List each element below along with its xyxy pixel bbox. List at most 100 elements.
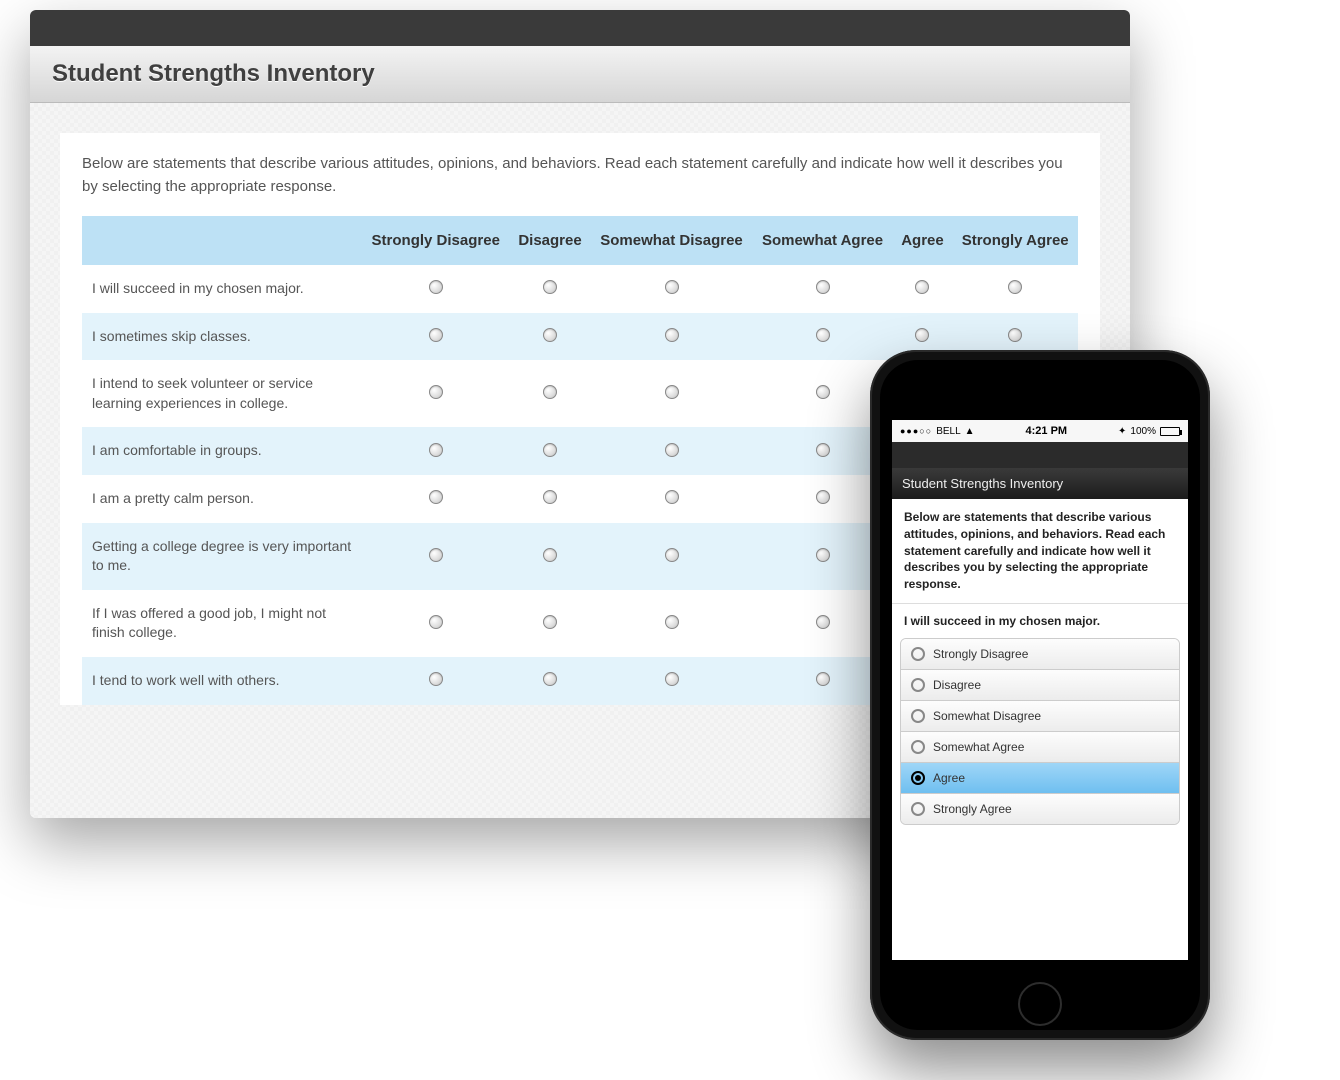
radio-icon xyxy=(429,672,443,686)
radio-icon xyxy=(816,443,830,457)
radio-icon xyxy=(543,672,557,686)
wifi-icon: ▲ xyxy=(965,426,975,437)
radio-icon xyxy=(665,615,679,629)
statement-cell: I tend to work well with others. xyxy=(82,657,362,705)
home-button[interactable] xyxy=(1018,982,1062,1026)
radio-cell[interactable] xyxy=(591,657,753,705)
bluetooth-icon: ✦ xyxy=(1118,426,1126,437)
radio-cell[interactable] xyxy=(362,265,509,313)
option-label: Disagree xyxy=(933,678,981,692)
column-header: Somewhat Agree xyxy=(752,216,892,265)
radio-icon xyxy=(429,385,443,399)
radio-cell[interactable] xyxy=(752,265,892,313)
radio-cell[interactable] xyxy=(591,427,753,475)
radio-cell[interactable] xyxy=(591,313,753,361)
option-label: Somewhat Disagree xyxy=(933,709,1041,723)
radio-cell[interactable] xyxy=(362,657,509,705)
phone-question: I will succeed in my chosen major. xyxy=(892,604,1188,634)
radio-cell[interactable] xyxy=(591,265,753,313)
radio-icon xyxy=(543,328,557,342)
radio-cell[interactable] xyxy=(509,475,590,523)
radio-cell[interactable] xyxy=(591,523,753,590)
radio-icon xyxy=(911,740,925,754)
radio-cell[interactable] xyxy=(509,523,590,590)
radio-icon xyxy=(665,280,679,294)
radio-cell[interactable] xyxy=(591,590,753,657)
statement-cell: I sometimes skip classes. xyxy=(82,313,362,361)
radio-cell[interactable] xyxy=(509,590,590,657)
phone-options-list: Strongly Disagree Disagree Somewhat Disagr… xyxy=(900,638,1180,825)
radio-icon xyxy=(429,328,443,342)
radio-cell[interactable] xyxy=(362,427,509,475)
radio-icon xyxy=(665,548,679,562)
radio-cell[interactable] xyxy=(952,265,1078,313)
radio-icon xyxy=(429,615,443,629)
phone-instructions: Below are statements that describe vario… xyxy=(892,499,1188,604)
option-label: Somewhat Agree xyxy=(933,740,1024,754)
phone-option[interactable]: Agree xyxy=(901,763,1179,794)
radio-cell[interactable] xyxy=(362,360,509,427)
radio-icon xyxy=(665,672,679,686)
titlebar: Student Strengths Inventory xyxy=(30,46,1130,103)
radio-cell[interactable] xyxy=(591,360,753,427)
statement-cell: Getting a college degree is very importa… xyxy=(82,523,362,590)
column-header: Disagree xyxy=(509,216,590,265)
phone-option[interactable]: Somewhat Agree xyxy=(901,732,1179,763)
phone-option[interactable]: Disagree xyxy=(901,670,1179,701)
radio-cell[interactable] xyxy=(509,427,590,475)
phone-app-chrome xyxy=(892,442,1188,468)
radio-cell[interactable] xyxy=(591,475,753,523)
radio-icon xyxy=(665,443,679,457)
phone-option[interactable]: Somewhat Disagree xyxy=(901,701,1179,732)
radio-icon xyxy=(543,548,557,562)
phone-option[interactable]: Strongly Disagree xyxy=(901,639,1179,670)
phone-title: Student Strengths Inventory xyxy=(892,468,1188,499)
phone-device: ●●●○○ BELL ▲ 4:21 PM ✦ 100% Student Stre… xyxy=(870,350,1210,1040)
window-chrome-top xyxy=(30,10,1130,46)
radio-icon xyxy=(911,678,925,692)
radio-cell[interactable] xyxy=(509,265,590,313)
radio-icon xyxy=(816,615,830,629)
statement-cell: I am comfortable in groups. xyxy=(82,427,362,475)
column-header-statement xyxy=(82,216,362,265)
status-bar: ●●●○○ BELL ▲ 4:21 PM ✦ 100% xyxy=(892,420,1188,442)
radio-icon xyxy=(816,280,830,294)
radio-cell[interactable] xyxy=(362,523,509,590)
column-header: Agree xyxy=(893,216,953,265)
radio-cell[interactable] xyxy=(893,265,953,313)
radio-cell[interactable] xyxy=(509,657,590,705)
radio-cell[interactable] xyxy=(509,360,590,427)
option-label: Strongly Agree xyxy=(933,802,1012,816)
radio-icon xyxy=(543,443,557,457)
radio-icon xyxy=(665,385,679,399)
radio-icon xyxy=(911,709,925,723)
statement-cell: I am a pretty calm person. xyxy=(82,475,362,523)
radio-cell[interactable] xyxy=(362,590,509,657)
radio-icon xyxy=(911,647,925,661)
table-row: I will succeed in my chosen major. xyxy=(82,265,1078,313)
radio-cell[interactable] xyxy=(509,313,590,361)
radio-icon xyxy=(816,672,830,686)
radio-icon xyxy=(665,490,679,504)
radio-icon xyxy=(915,280,929,294)
radio-icon xyxy=(1008,328,1022,342)
radio-icon xyxy=(816,490,830,504)
phone-content: Below are statements that describe vario… xyxy=(892,499,1188,960)
radio-icon xyxy=(911,771,925,785)
radio-cell[interactable] xyxy=(362,313,509,361)
phone-option[interactable]: Strongly Agree xyxy=(901,794,1179,824)
statement-cell: I intend to seek volunteer or service le… xyxy=(82,360,362,427)
radio-cell[interactable] xyxy=(362,475,509,523)
carrier-label: BELL xyxy=(936,426,960,437)
radio-icon xyxy=(429,548,443,562)
radio-icon xyxy=(816,385,830,399)
battery-icon xyxy=(1160,427,1180,436)
statement-cell: I will succeed in my chosen major. xyxy=(82,265,362,313)
radio-icon xyxy=(543,490,557,504)
radio-icon xyxy=(429,280,443,294)
radio-icon xyxy=(816,548,830,562)
radio-icon xyxy=(911,802,925,816)
phone-screen: ●●●○○ BELL ▲ 4:21 PM ✦ 100% Student Stre… xyxy=(892,420,1188,960)
signal-icon: ●●●○○ xyxy=(900,426,932,436)
radio-cell[interactable] xyxy=(752,313,892,361)
